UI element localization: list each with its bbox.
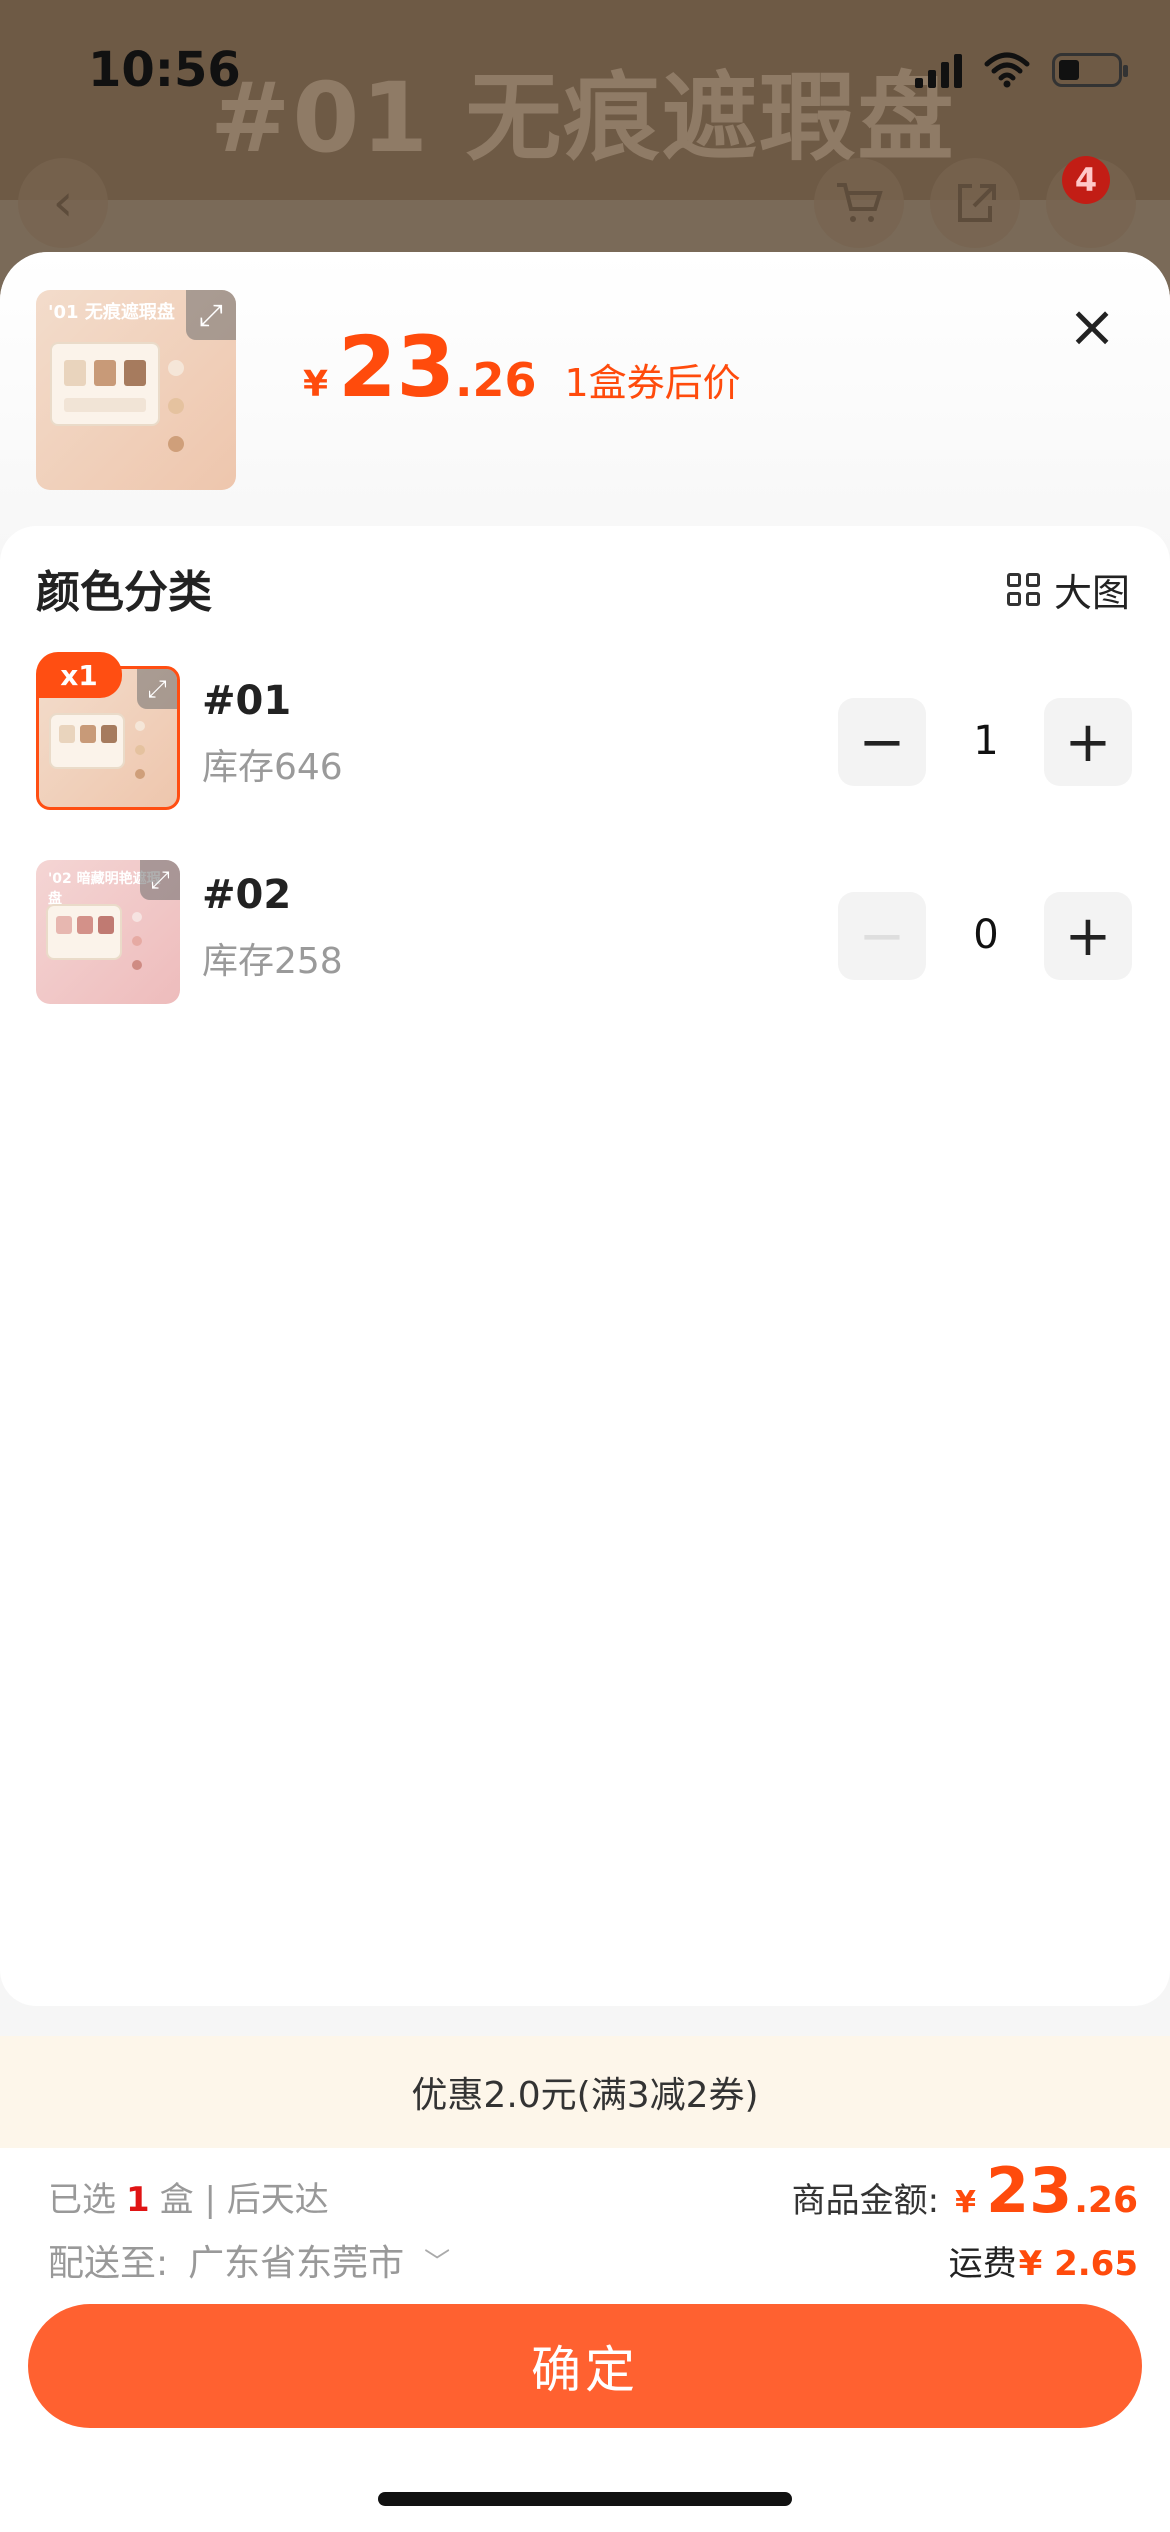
sku-stock: 库存258 bbox=[202, 941, 343, 982]
grid-icon bbox=[1006, 573, 1040, 606]
promo-banner: 优惠2.0元(满3减2券) bbox=[0, 2036, 1170, 2148]
fee-label: 运费 bbox=[948, 2244, 1017, 2284]
product-thumbnail[interactable]: '01 无痕遮瑕盘 ⤢ bbox=[36, 290, 236, 490]
section-title: 颜色分类 bbox=[36, 567, 212, 618]
decrease-button[interactable]: − bbox=[838, 892, 926, 980]
big-image-button[interactable]: 大图 bbox=[1006, 562, 1130, 617]
quantity-value: 0 bbox=[973, 912, 999, 958]
sku-name: #01 bbox=[202, 678, 292, 724]
increase-button[interactable]: + bbox=[1044, 892, 1132, 980]
price-currency: ¥ bbox=[303, 364, 329, 405]
checkout-footer: 已选 1 盒 | 后天达 配送至: 广东省东莞市 ﹀ 商品金额: ¥ 23 .26 … bbox=[0, 2148, 1170, 2532]
sku-name: #02 bbox=[202, 872, 292, 918]
increase-button[interactable]: + bbox=[1044, 698, 1132, 786]
total-decimal: .26 bbox=[1074, 2180, 1138, 2221]
quantity-value: 1 bbox=[973, 718, 999, 764]
status-icons bbox=[915, 52, 1128, 88]
selected-summary: 已选 1 盒 | 后天达 bbox=[48, 2172, 329, 2221]
home-indicator bbox=[378, 2492, 792, 2506]
expand-icon[interactable]: ⤢ bbox=[140, 860, 180, 900]
share-icon bbox=[930, 158, 1020, 248]
sku-panel: 颜色分类 大图 x1 ⤢ #01 库存646 − 1 + '02 暗藏明艳遮瑕盘 bbox=[0, 526, 1170, 2006]
total-amount: 商品金额: ¥ 23 .26 bbox=[792, 2154, 1138, 2227]
promo-text: 优惠2.0元(满3减2券) bbox=[411, 2075, 759, 2116]
total-currency: ¥ bbox=[955, 2185, 976, 2220]
sku-row-02[interactable]: '02 暗藏明艳遮瑕盘 ⤢ #02 库存258 − 0 + bbox=[0, 848, 1170, 1004]
total-integer: 23 bbox=[985, 2154, 1073, 2227]
battery-icon bbox=[1052, 53, 1128, 87]
cart-icon bbox=[814, 158, 904, 248]
close-icon[interactable]: × bbox=[1066, 297, 1118, 355]
chevron-down-icon: ﹀ bbox=[424, 2247, 451, 2278]
sku-thumbnail-02[interactable]: '02 暗藏明艳遮瑕盘 ⤢ bbox=[36, 860, 180, 1004]
selected-prefix: 已选 bbox=[48, 2180, 116, 2220]
selected-suffix: 盒 | 后天达 bbox=[159, 2180, 329, 2220]
total-label: 商品金额: bbox=[791, 2181, 940, 2221]
shipping-address[interactable]: 配送至: 广东省东莞市 ﹀ bbox=[48, 2234, 450, 2286]
sku-stock: 库存646 bbox=[202, 747, 343, 788]
cart-count-badge: 4 bbox=[1062, 156, 1110, 204]
signal-icon bbox=[915, 52, 962, 88]
selected-count-badge: x1 bbox=[36, 652, 122, 698]
price-display: ¥ 23 .26 1盒券后价 bbox=[303, 318, 741, 416]
background-product-title: #01 无痕遮瑕盘 bbox=[210, 62, 956, 174]
palette-image bbox=[50, 342, 160, 426]
price-decimal: .26 bbox=[454, 353, 537, 407]
confirm-button[interactable]: 确定 bbox=[28, 2304, 1142, 2428]
decrease-button[interactable]: − bbox=[838, 698, 926, 786]
expand-icon[interactable]: ⤢ bbox=[186, 290, 236, 340]
expand-icon[interactable]: ⤢ bbox=[137, 669, 177, 709]
sku-row-01[interactable]: x1 ⤢ #01 库存646 − 1 + bbox=[0, 652, 1170, 810]
price-note: 1盒券后价 bbox=[564, 361, 741, 405]
shipping-fee: 运费 ¥ 2.65 bbox=[949, 2236, 1138, 2285]
big-image-label: 大图 bbox=[1053, 571, 1130, 615]
status-time: 10:56 bbox=[88, 42, 241, 98]
price-integer: 23 bbox=[338, 318, 455, 416]
selected-count: 1 bbox=[126, 2180, 150, 2220]
back-icon: ‹ bbox=[18, 158, 108, 248]
ship-value: 广东省东莞市 bbox=[188, 2243, 405, 2284]
fee-value: ¥ 2.65 bbox=[1018, 2244, 1138, 2284]
wifi-icon bbox=[984, 52, 1030, 88]
ship-label: 配送至: bbox=[48, 2243, 169, 2284]
